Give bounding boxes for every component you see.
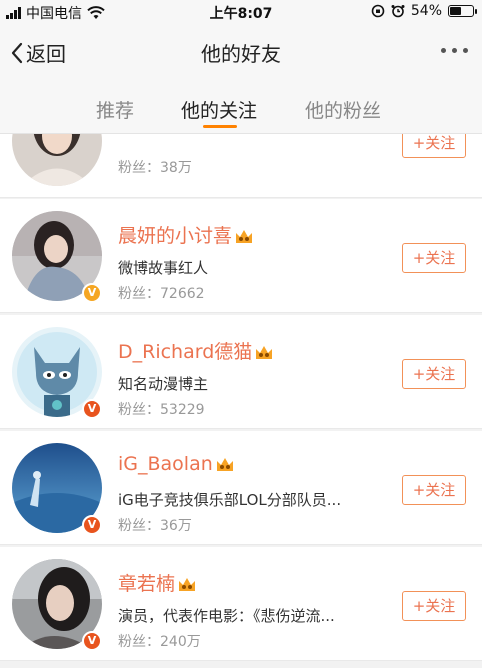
tab-indicator: [203, 125, 237, 128]
user-name[interactable]: 晨妍的小讨喜: [118, 221, 254, 248]
follow-button[interactable]: +关注: [402, 134, 466, 158]
user-description: 演员，代表作电影：《悲伤逆流...: [118, 607, 335, 625]
user-description: 微博故事红人: [118, 259, 209, 277]
dot-icon: [441, 48, 446, 53]
verified-badge-icon: V: [82, 399, 102, 419]
user-name-text: iG_Baolan: [118, 453, 213, 475]
dot-icon: [452, 48, 457, 53]
list-item[interactable]: V iG_Baolan iG电子竞技俱乐部LOL分部队员... 粉丝：36万 +…: [0, 431, 482, 545]
follow-button[interactable]: +关注: [402, 243, 466, 273]
user-description: 知名动漫博主: [118, 375, 209, 393]
list-item[interactable]: 粉丝：38万 +关注: [0, 134, 482, 198]
follow-button[interactable]: +关注: [402, 591, 466, 621]
user-description: iG电子竞技俱乐部LOL分部队员...: [118, 491, 342, 509]
follow-button[interactable]: +关注: [402, 359, 466, 389]
tab-following[interactable]: 他的关注: [181, 96, 257, 123]
user-list: 粉丝：38万 +关注 V 晨妍的小讨喜 微博故事红人 粉丝：72662 +关注: [0, 134, 482, 668]
fans-count: 粉丝：240万: [118, 634, 201, 650]
user-name-text: 章若楠: [118, 573, 176, 595]
tab-recommend[interactable]: 推荐: [96, 96, 134, 123]
list-item[interactable]: V D_Richard德猫 知名动漫博主 粉丝：53229 +关注: [0, 315, 482, 429]
user-name[interactable]: iG_Baolan: [118, 453, 235, 475]
fans-count: 粉丝：38万: [118, 160, 192, 176]
avatar[interactable]: [12, 134, 102, 186]
vip-crown-icon: [256, 345, 273, 359]
dot-icon: [463, 48, 468, 53]
user-name[interactable]: D_Richard德猫: [118, 337, 274, 364]
vip-crown-icon: [216, 457, 233, 471]
tab-followers[interactable]: 他的粉丝: [305, 96, 381, 123]
user-name-text: 晨妍的小讨喜: [118, 225, 233, 247]
vip-crown-icon: [179, 577, 196, 591]
verified-badge-icon: V: [82, 631, 102, 651]
fans-count: 粉丝：36万: [118, 518, 192, 534]
more-options-button[interactable]: [441, 48, 468, 53]
alarm-icon: [391, 5, 405, 18]
user-name-text: D_Richard德猫: [118, 341, 253, 363]
rotation-lock-icon: [371, 4, 385, 18]
page-title: 他的好友: [201, 42, 281, 66]
follow-button[interactable]: +关注: [402, 475, 466, 505]
fans-count: 粉丝：72662: [118, 286, 205, 302]
battery-icon: [448, 5, 477, 17]
list-item[interactable]: V 章若楠 演员，代表作电影：《悲伤逆流... 粉丝：240万 +关注: [0, 547, 482, 661]
tab-bar: 推荐 他的关注 他的粉丝: [0, 80, 482, 134]
fans-count: 粉丝：53229: [118, 402, 205, 418]
nav-bar: 返回 他的好友: [0, 24, 482, 80]
status-right: 54%: [371, 3, 477, 19]
battery-percent: 54%: [410, 3, 442, 19]
status-bar: 中国电信 上午8:07 54%: [0, 0, 482, 24]
user-name[interactable]: 章若楠: [118, 569, 197, 596]
list-item[interactable]: V 晨妍的小讨喜 微博故事红人 粉丝：72662 +关注: [0, 199, 482, 313]
vip-crown-icon: [236, 229, 253, 243]
verified-badge-icon: V: [82, 283, 102, 303]
verified-badge-icon: V: [82, 515, 102, 535]
